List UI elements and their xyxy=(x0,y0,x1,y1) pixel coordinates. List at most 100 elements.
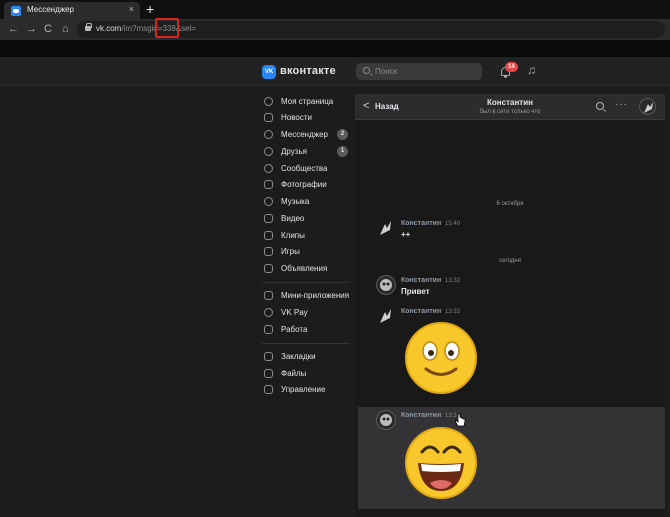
url-path: /im?msgid xyxy=(121,24,158,33)
back-arrow-icon[interactable]: ← xyxy=(8,22,19,36)
avatar-image xyxy=(380,279,392,291)
avatar-image xyxy=(380,221,391,235)
message-author[interactable]: Константин xyxy=(401,220,441,227)
menu-item-video[interactable]: Видео xyxy=(262,212,350,226)
message-avatar[interactable] xyxy=(376,218,396,238)
menu-item-label: Мини-приложения xyxy=(281,291,350,300)
forward-arrow-icon[interactable]: → xyxy=(26,22,37,36)
ads-icon xyxy=(264,264,273,273)
message-avatar[interactable] xyxy=(376,306,396,326)
menu-item-music[interactable]: Музыка xyxy=(262,195,350,209)
vk-messenger-favicon-icon xyxy=(11,6,21,16)
friends-count-badge: 1 xyxy=(337,146,348,157)
menu-item-label: Моя страница xyxy=(281,97,334,106)
message-author[interactable]: Константин xyxy=(401,308,441,315)
bookmarks-icon xyxy=(264,352,273,361)
files-icon xyxy=(264,369,273,378)
chat-panel: < Назад Константин был в сети только что… xyxy=(355,94,665,517)
avatar-image xyxy=(380,414,392,426)
communities-icon xyxy=(264,164,273,173)
menu-divider xyxy=(262,282,350,283)
message-avatar[interactable] xyxy=(376,275,396,295)
browser-address-bar: ← → C ⌂ vk.com/im?msgid=338&sel= xyxy=(0,19,670,40)
menu-item-news[interactable]: Новости xyxy=(262,111,350,125)
clips-icon xyxy=(264,231,273,240)
smile-sticker[interactable] xyxy=(403,320,479,396)
vk-brand-name[interactable]: вконтакте xyxy=(280,65,336,77)
user-icon xyxy=(264,97,273,106)
menu-item-messenger[interactable]: Мессенджер 2 xyxy=(262,128,350,142)
url-highlight-box xyxy=(155,18,179,38)
photos-icon xyxy=(264,180,273,189)
screen: Мессенджер × + ← → C ⌂ vk.com/im?msgid=3… xyxy=(0,0,670,517)
date-separator: 6 октября xyxy=(496,201,524,207)
search-input[interactable]: Поиск xyxy=(356,63,482,80)
search-icon xyxy=(363,67,370,74)
menu-item-label: Закладки xyxy=(281,352,316,361)
menu-item-manage[interactable]: Управление xyxy=(262,383,350,397)
menu-item-my-page[interactable]: Моя страница xyxy=(262,95,350,109)
menu-item-ads[interactable]: Объявления xyxy=(262,262,350,276)
menu-item-photos[interactable]: Фотографии xyxy=(262,178,350,192)
menu-item-games[interactable]: Игры xyxy=(262,245,350,259)
vk-logo-icon[interactable]: VK xyxy=(262,65,276,79)
message-time: 13:33 xyxy=(445,309,461,315)
messenger-count-badge: 2 xyxy=(337,129,348,140)
music-icon xyxy=(264,197,273,206)
vkpay-icon xyxy=(264,308,273,317)
more-options-icon[interactable]: ··· xyxy=(615,99,628,110)
message-author[interactable]: Константин xyxy=(401,412,441,419)
url-text: vk.com/im?msgid=338&sel= xyxy=(96,24,196,33)
search-placeholder: Поиск xyxy=(375,67,398,76)
browser-tab-bar: Мессенджер × + xyxy=(0,0,670,19)
menu-item-label: Музыка xyxy=(281,197,310,206)
chat-search-icon[interactable] xyxy=(596,102,604,110)
menu-item-label: Фотографии xyxy=(281,180,327,189)
menu-item-label: Клипы xyxy=(281,231,305,240)
laugh-sticker[interactable] xyxy=(403,425,479,501)
menu-item-label: Видео xyxy=(281,214,305,223)
reload-icon[interactable]: C xyxy=(44,22,52,36)
menu-item-label: Работа xyxy=(281,325,308,334)
menu-item-label: Игры xyxy=(281,247,300,256)
tab-title: Мессенджер xyxy=(27,5,74,14)
menu-item-bookmarks[interactable]: Закладки xyxy=(262,350,350,364)
menu-item-clips[interactable]: Клипы xyxy=(262,229,350,243)
notifications-badge: 14 xyxy=(505,62,518,72)
new-tab-button[interactable]: + xyxy=(146,1,154,17)
menu-item-work[interactable]: Работа xyxy=(262,323,350,337)
friends-icon xyxy=(264,147,273,156)
peer-avatar[interactable] xyxy=(639,98,656,115)
message-time: 13:32 xyxy=(445,278,461,284)
menu-item-label: Файлы xyxy=(281,369,307,378)
mouse-cursor-icon xyxy=(455,413,466,427)
menu-item-label: Друзья xyxy=(281,147,307,156)
vk-header: VK вконтакте Поиск 14 ♫ xyxy=(0,57,670,86)
message-author[interactable]: Константин xyxy=(401,277,441,284)
message-text: Привет xyxy=(401,287,430,296)
browser-tab[interactable]: Мессенджер × xyxy=(4,2,140,19)
message-avatar[interactable] xyxy=(376,410,396,430)
menu-item-label: Сообщества xyxy=(281,164,328,173)
bookmarks-strip xyxy=(0,40,670,57)
tab-close-icon[interactable]: × xyxy=(129,4,134,14)
menu-item-label: Объявления xyxy=(281,264,328,273)
menu-item-communities[interactable]: Сообщества xyxy=(262,162,350,176)
menu-item-files[interactable]: Файлы xyxy=(262,367,350,381)
avatar-image xyxy=(380,309,391,323)
news-icon xyxy=(264,113,273,122)
music-player-icon[interactable]: ♫ xyxy=(527,63,536,77)
message-icon xyxy=(264,130,273,139)
work-icon xyxy=(264,325,273,334)
date-separator: сегодня xyxy=(499,258,521,264)
games-icon xyxy=(264,247,273,256)
home-icon[interactable]: ⌂ xyxy=(62,22,69,36)
menu-item-label: VK Pay xyxy=(281,308,308,317)
menu-item-vkpay[interactable]: VK Pay xyxy=(262,306,350,320)
message-time: 15:40 xyxy=(445,221,461,227)
menu-item-label: Управление xyxy=(281,385,326,394)
url-domain: vk.com xyxy=(96,24,122,33)
menu-item-mini-apps[interactable]: Мини-приложения xyxy=(262,289,350,303)
menu-item-friends[interactable]: Друзья 1 xyxy=(262,145,350,159)
menu-item-label: Мессенджер xyxy=(281,130,328,139)
